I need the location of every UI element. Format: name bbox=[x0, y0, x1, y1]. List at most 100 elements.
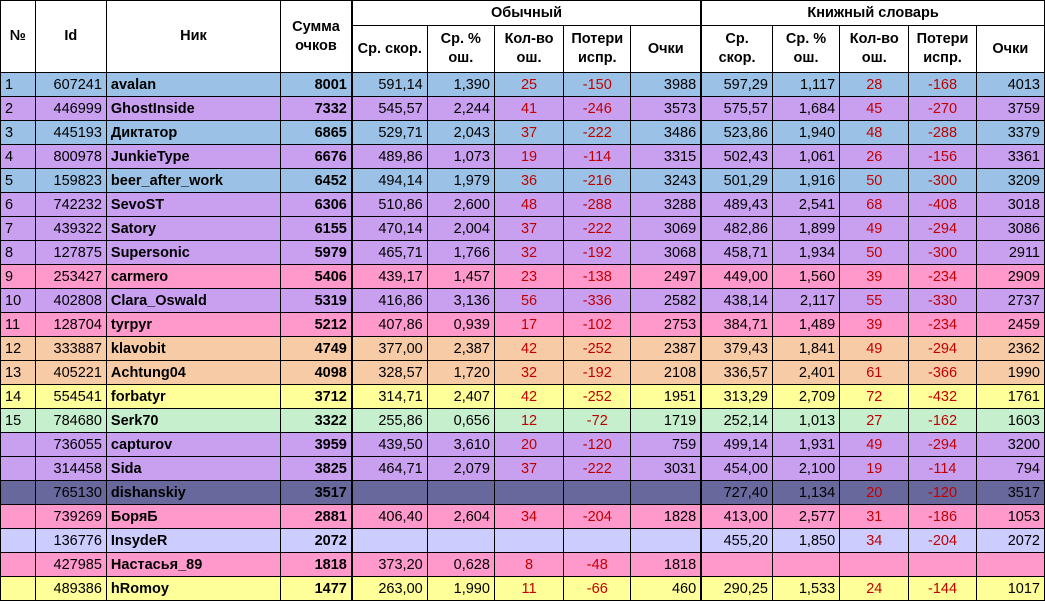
cell-normal-pts: 2582 bbox=[630, 288, 702, 313]
cell-book-speed: 501,29 bbox=[700, 168, 773, 193]
cell-normal-cnt: 42 bbox=[493, 384, 565, 409]
cell-normal-speed: 465,71 bbox=[350, 240, 428, 265]
cell-book-err: 1,134 bbox=[771, 480, 841, 505]
cell-normal-speed: 255,86 bbox=[350, 408, 428, 433]
cell-normal-speed: 489,86 bbox=[350, 144, 428, 169]
header-normal-loss: Потери испр. bbox=[563, 25, 632, 73]
cell-sum: 2881 bbox=[280, 504, 353, 529]
cell-normal-cnt: 12 bbox=[493, 408, 565, 433]
cell-num bbox=[0, 504, 36, 529]
cell-normal-pts: 2108 bbox=[630, 360, 702, 385]
table-row: 736055 capturov 3959 439,50 3,610 20 -120 759 49… bbox=[0, 432, 1045, 457]
cell-nick: JunkieType bbox=[105, 144, 282, 169]
cell-book-speed: 336,57 bbox=[700, 360, 773, 385]
cell-book-pts: 1053 bbox=[975, 504, 1045, 529]
header-book-loss: Потери испр. bbox=[908, 25, 977, 73]
header-normal-speed: Ср. скор. bbox=[350, 25, 428, 73]
cell-normal-pts: 1719 bbox=[630, 408, 702, 433]
cell-sum: 5212 bbox=[280, 312, 353, 337]
cell-normal-loss: -336 bbox=[563, 288, 632, 313]
cell-nick: carmero bbox=[105, 264, 282, 289]
cell-normal-pts: 2497 bbox=[630, 264, 702, 289]
cell-id: 784680 bbox=[34, 408, 107, 433]
cell-normal-err: 0,939 bbox=[426, 312, 495, 337]
cell-book-err: 2,117 bbox=[771, 288, 841, 313]
cell-num: 13 bbox=[0, 360, 36, 385]
cell-normal-loss: -222 bbox=[563, 120, 632, 145]
cell-num bbox=[0, 456, 36, 481]
cell-book-err: 1,489 bbox=[771, 312, 841, 337]
table-row: 136776 InsydeR 2072 455,20 1,850 34 -204 2072 bbox=[0, 528, 1045, 553]
cell-nick: InsydeR bbox=[105, 528, 282, 553]
cell-nick: Achtung04 bbox=[105, 360, 282, 385]
cell-normal-pts: 1951 bbox=[630, 384, 702, 409]
header-group-normal: Обычный bbox=[350, 0, 702, 26]
cell-book-loss: -234 bbox=[908, 312, 977, 337]
table-body: 1 607241 avalan 8001 591,14 1,390 25 -150 3988 59… bbox=[0, 72, 1045, 601]
cell-normal-speed: 494,14 bbox=[350, 168, 428, 193]
cell-book-speed: 575,57 bbox=[700, 96, 773, 121]
cell-book-loss: -114 bbox=[908, 456, 977, 481]
cell-id: 607241 bbox=[34, 72, 107, 97]
cell-sum: 4098 bbox=[280, 360, 353, 385]
cell-normal-cnt: 41 bbox=[493, 96, 565, 121]
cell-normal-pts: 3069 bbox=[630, 216, 702, 241]
cell-num: 5 bbox=[0, 168, 36, 193]
cell-normal-err: 1,457 bbox=[426, 264, 495, 289]
cell-normal-loss: -222 bbox=[563, 216, 632, 241]
cell-sum: 3712 bbox=[280, 384, 353, 409]
cell-book-err: 1,013 bbox=[771, 408, 841, 433]
cell-book-err: 1,940 bbox=[771, 120, 841, 145]
cell-book-cnt: 68 bbox=[839, 192, 910, 217]
cell-normal-cnt: 48 bbox=[493, 192, 565, 217]
cell-nick: Satory bbox=[105, 216, 282, 241]
cell-book-pts: 2911 bbox=[975, 240, 1045, 265]
cell-id: 439322 bbox=[34, 216, 107, 241]
cell-id: 136776 bbox=[34, 528, 107, 553]
table-row: 739269 БоряБ 2881 406,40 2,604 34 -204 1828 413,… bbox=[0, 504, 1045, 529]
cell-book-cnt: 20 bbox=[839, 480, 910, 505]
cell-book-loss: -204 bbox=[908, 528, 977, 553]
cell-normal-pts: 3031 bbox=[630, 456, 702, 481]
cell-id: 159823 bbox=[34, 168, 107, 193]
cell-book-speed: 313,29 bbox=[700, 384, 773, 409]
cell-book-pts: 3086 bbox=[975, 216, 1045, 241]
cell-normal-err: 0,656 bbox=[426, 408, 495, 433]
table-row: 765130 dishanskiy 3517 727,40 1,134 20 -120 351… bbox=[0, 480, 1045, 505]
cell-num: 15 bbox=[0, 408, 36, 433]
cell-id: 405221 bbox=[34, 360, 107, 385]
results-table: № Id Ник Сумма очков Обычный Книжный сло… bbox=[0, 0, 1045, 601]
cell-num: 9 bbox=[0, 264, 36, 289]
cell-book-loss: -294 bbox=[908, 336, 977, 361]
table-row: 15 784680 Serk70 3322 255,86 0,656 12 -72 1719 25… bbox=[0, 408, 1045, 433]
cell-book-cnt: 45 bbox=[839, 96, 910, 121]
cell-normal-err: 2,079 bbox=[426, 456, 495, 481]
cell-nick: hRomoy bbox=[105, 576, 282, 601]
cell-book-cnt: 31 bbox=[839, 504, 910, 529]
cell-normal-loss: -120 bbox=[563, 432, 632, 457]
cell-normal-speed bbox=[350, 528, 428, 553]
cell-book-speed: 379,43 bbox=[700, 336, 773, 361]
cell-normal-pts: 1818 bbox=[630, 552, 702, 577]
cell-book-cnt: 49 bbox=[839, 336, 910, 361]
cell-normal-cnt: 25 bbox=[493, 72, 565, 97]
cell-nick: Диктатор bbox=[105, 120, 282, 145]
cell-normal-speed: 439,50 bbox=[350, 432, 428, 457]
cell-normal-loss: -66 bbox=[563, 576, 632, 601]
cell-sum: 1477 bbox=[280, 576, 353, 601]
cell-id: 427985 bbox=[34, 552, 107, 577]
cell-normal-cnt: 36 bbox=[493, 168, 565, 193]
cell-book-speed: 384,71 bbox=[700, 312, 773, 337]
cell-normal-pts bbox=[630, 528, 702, 553]
cell-book-pts: 1017 bbox=[975, 576, 1045, 601]
cell-book-err: 1,684 bbox=[771, 96, 841, 121]
header-sum: Сумма очков bbox=[280, 0, 353, 73]
cell-id: 314458 bbox=[34, 456, 107, 481]
header-group-book: Книжный словарь bbox=[700, 0, 1045, 26]
cell-book-speed: 597,29 bbox=[700, 72, 773, 97]
cell-book-err: 1,850 bbox=[771, 528, 841, 553]
cell-id: 402808 bbox=[34, 288, 107, 313]
cell-nick: capturov bbox=[105, 432, 282, 457]
cell-nick: Clara_Oswald bbox=[105, 288, 282, 313]
cell-nick: Sida bbox=[105, 456, 282, 481]
